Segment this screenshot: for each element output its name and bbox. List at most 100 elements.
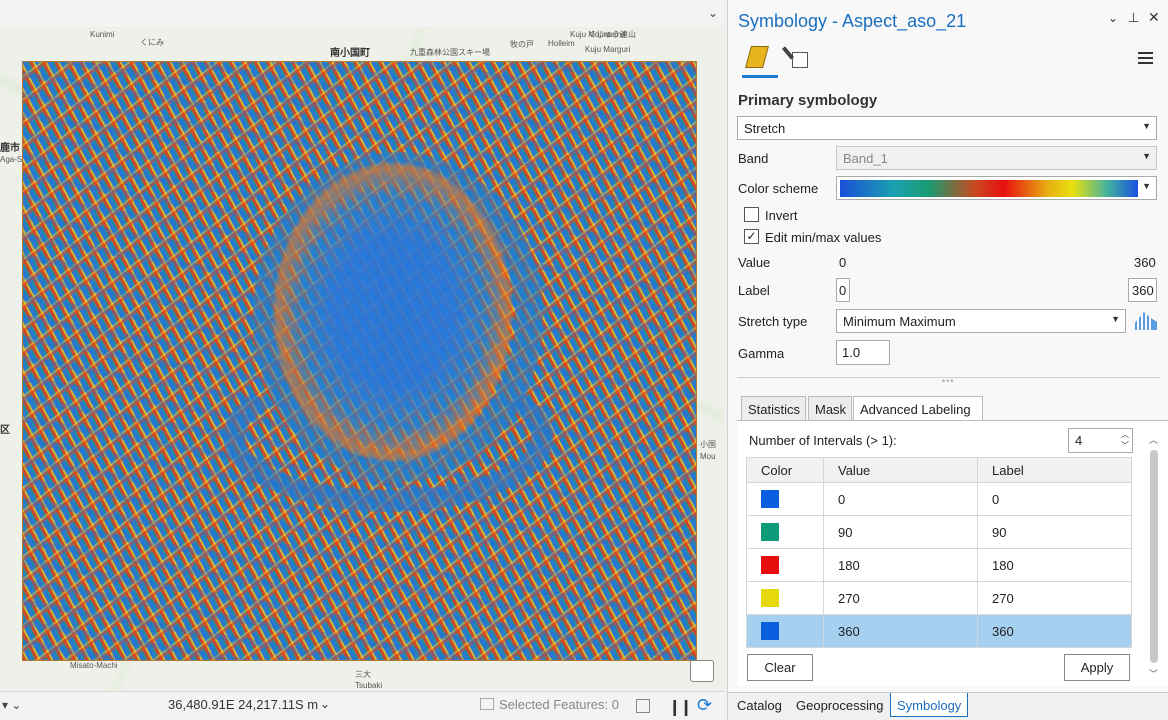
intervals-value: 4: [1075, 433, 1083, 448]
place-label: 九重森林公園スキー場: [410, 48, 490, 57]
intervals-label: Number of Intervals (> 1):: [749, 433, 897, 448]
invert-checkbox[interactable]: [744, 207, 759, 222]
stretch-type-dropdown[interactable]: Minimum Maximum ▼: [836, 309, 1126, 333]
place-label: 南小国町: [330, 48, 370, 59]
spin-up-icon[interactable]: ︿: [1121, 429, 1129, 440]
refresh-icon[interactable]: ⟳: [697, 695, 712, 716]
renderer-dropdown[interactable]: Stretch ▼: [737, 116, 1157, 140]
gamma-input[interactable]: 1.0: [836, 340, 890, 365]
color-swatch[interactable]: [761, 589, 779, 607]
table-row[interactable]: 180 180: [746, 548, 1132, 582]
column-header-label[interactable]: Label: [977, 457, 1132, 483]
advanced-labeling-panel: Number of Intervals (> 1): 4 ︿ ﹀ Color V…: [737, 420, 1168, 686]
color-scheme-label: Color scheme: [738, 181, 819, 196]
map-view[interactable]: ⌄ Kunimi くにみ 南小国町 九重森林公園スキー場 牧の戸 Holleim…: [0, 0, 724, 720]
table-row[interactable]: 270 270: [746, 581, 1132, 615]
chevron-down-icon: ▼: [1142, 181, 1151, 191]
value-cell[interactable]: 360: [823, 614, 978, 648]
aspect-raster-layer[interactable]: [22, 61, 697, 661]
select-features-icon: [480, 698, 494, 710]
primary-symbology-tab[interactable]: [742, 42, 778, 78]
spin-down-icon[interactable]: ﹀: [1121, 440, 1129, 451]
edit-minmax-checkbox[interactable]: ✓: [744, 229, 759, 244]
chevron-down-icon[interactable]: ⌄: [320, 697, 330, 711]
tab-advanced-labeling[interactable]: Advanced Labeling: [853, 396, 983, 421]
value-cell[interactable]: 0: [823, 482, 978, 516]
tab-statistics[interactable]: Statistics: [741, 396, 806, 421]
table-row[interactable]: 90 90: [746, 515, 1132, 549]
place-label: Mou: [700, 452, 716, 461]
value-label: Value: [738, 255, 771, 270]
place-label: 三大: [355, 670, 371, 679]
label-cell[interactable]: 360: [977, 614, 1132, 648]
chevron-down-icon[interactable]: ⌄: [708, 6, 718, 20]
pane-splitter[interactable]: •••: [737, 376, 1160, 386]
map-top-strip: ⌄: [0, 0, 724, 27]
stretch-type-value: Minimum Maximum: [843, 314, 956, 329]
chevron-down-icon[interactable]: ⌄: [1108, 11, 1118, 25]
label-max-input[interactable]: 360: [1128, 278, 1157, 302]
place-label: Kuju Marguri: [585, 45, 631, 54]
band-dropdown: Band_1 ▼: [836, 146, 1157, 170]
active-tab-indicator: [742, 75, 778, 78]
column-header-value[interactable]: Value: [823, 457, 978, 483]
hamburger-menu-icon[interactable]: [1138, 52, 1153, 64]
map-status-bar: ▾ ⌄ 36,480.91E 24,217.11S m ⌄ Selected F…: [0, 691, 724, 720]
band-label: Band: [738, 151, 769, 166]
band-value: Band_1: [843, 151, 888, 166]
label-min-input[interactable]: 0: [836, 278, 850, 302]
coordinate-readout: 36,480.91E 24,217.11S m: [168, 697, 319, 712]
place-label: Kuju Mountains: [570, 30, 626, 39]
tab-geoprocessing[interactable]: Geoprocessing: [790, 696, 889, 715]
table-icon[interactable]: [636, 699, 650, 713]
edit-minmax-label: Edit min/max values: [765, 230, 882, 245]
place-label: Kunimi: [90, 30, 115, 39]
color-swatch[interactable]: [761, 556, 779, 574]
scale-chevron-down-icon[interactable]: ▾ ⌄: [2, 698, 21, 712]
label-classes-tab[interactable]: [781, 44, 814, 74]
tab-catalog[interactable]: Catalog: [731, 696, 788, 715]
table-row-selected[interactable]: 360 360: [746, 614, 1132, 648]
label-label: Label: [738, 283, 770, 298]
place-label: Misato-Machi: [70, 661, 118, 670]
color-scheme-dropdown[interactable]: ▼: [836, 176, 1157, 200]
value-cell[interactable]: 90: [823, 515, 978, 549]
clear-button[interactable]: Clear: [747, 654, 813, 681]
value-max: 360: [1134, 255, 1156, 270]
pane-title: Symbology - Aspect_aso_21: [738, 11, 967, 31]
paintbrush-icon: [745, 46, 769, 68]
table-row[interactable]: 0 0: [746, 482, 1132, 516]
color-cell[interactable]: [746, 515, 824, 549]
label-cell[interactable]: 270: [977, 581, 1132, 615]
intervals-spinner[interactable]: 4 ︿ ﹀: [1068, 428, 1133, 453]
color-swatch[interactable]: [761, 523, 779, 541]
tab-symbology[interactable]: Symbology: [890, 693, 969, 717]
map-overview-button[interactable]: [690, 660, 714, 682]
label-cell[interactable]: 0: [977, 482, 1132, 516]
tab-mask[interactable]: Mask: [808, 396, 852, 421]
value-cell[interactable]: 270: [823, 581, 978, 615]
grip-dots-icon: •••: [942, 376, 955, 386]
color-cell[interactable]: [746, 482, 824, 516]
label-cell[interactable]: 180: [977, 548, 1132, 582]
scrollbar-thumb[interactable]: [1150, 450, 1158, 663]
histogram-icon[interactable]: [1135, 312, 1157, 330]
close-icon[interactable]: ✕: [1148, 9, 1160, 26]
chevron-up-icon[interactable]: ︿: [1149, 433, 1158, 446]
vertical-scrollbar[interactable]: ︿ ﹀: [1149, 433, 1160, 681]
label-class-icon: [792, 52, 808, 68]
class-breaks-table: Color Value Label 0 0 90 90 180 180 270 …: [746, 457, 1132, 648]
pin-icon[interactable]: ⊥: [1128, 10, 1139, 26]
value-cell[interactable]: 180: [823, 548, 978, 582]
color-cell[interactable]: [746, 581, 824, 615]
label-cell[interactable]: 90: [977, 515, 1132, 549]
color-swatch[interactable]: [761, 490, 779, 508]
pause-icon[interactable]: ❙❙: [668, 697, 693, 717]
chevron-down-icon[interactable]: ﹀: [1149, 667, 1158, 680]
selected-features-status[interactable]: Selected Features: 0: [480, 697, 619, 712]
apply-button[interactable]: Apply: [1064, 654, 1130, 681]
color-cell[interactable]: [746, 548, 824, 582]
color-swatch[interactable]: [761, 622, 779, 640]
color-cell[interactable]: [746, 614, 824, 648]
column-header-color[interactable]: Color: [746, 457, 824, 483]
